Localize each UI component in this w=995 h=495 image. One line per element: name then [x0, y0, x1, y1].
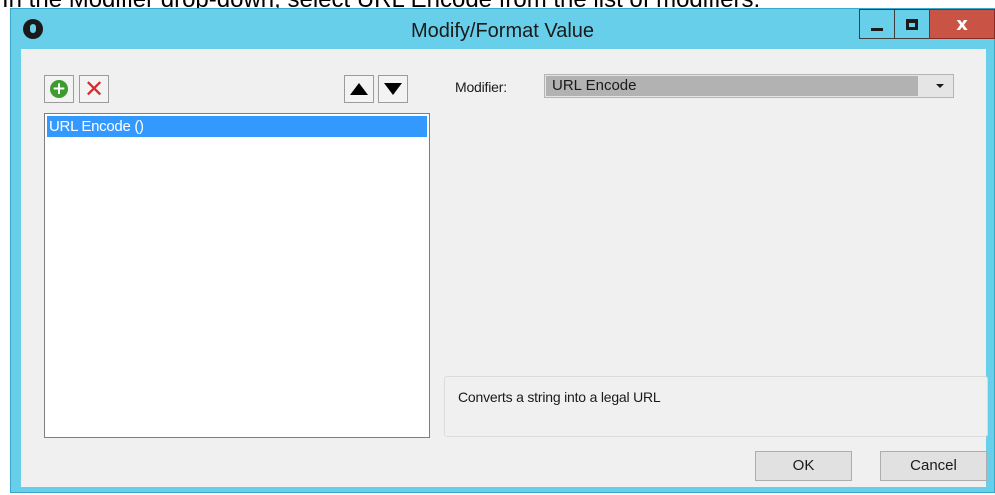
list-item[interactable]: URL Encode () [47, 116, 427, 137]
modifier-dropdown-value: URL Encode [546, 76, 918, 96]
cancel-button[interactable]: Cancel [880, 451, 987, 481]
minimize-icon [871, 27, 883, 31]
window-title: Modify/Format Value [410, 20, 595, 42]
description-panel: Converts a string into a legal URL [444, 376, 988, 437]
description-text: Converts a string into a legal URL [458, 389, 661, 405]
dialog-client-area: + ✕ URL Encode () Modifier: URL Encode C… [21, 49, 988, 487]
modify-format-value-dialog: Modify/Format Value x + ✕ URL Encode () … [10, 8, 995, 493]
add-icon: + [50, 79, 68, 99]
remove-icon: ✕ [83, 75, 105, 103]
modifier-dropdown[interactable]: URL Encode [544, 74, 954, 98]
maximize-icon [906, 18, 918, 30]
move-up-button[interactable] [344, 75, 374, 103]
modifier-list[interactable]: URL Encode () [44, 113, 430, 438]
close-icon: x [956, 13, 968, 35]
chevron-down-icon[interactable] [936, 84, 944, 88]
close-button[interactable]: x [929, 9, 995, 39]
arrow-down-icon [384, 83, 402, 95]
remove-modifier-button[interactable]: ✕ [79, 75, 109, 103]
maximize-button[interactable] [894, 9, 930, 39]
add-modifier-button[interactable]: + [44, 75, 74, 103]
modifier-label: Modifier: [455, 79, 507, 95]
move-down-button[interactable] [378, 75, 408, 103]
ok-button[interactable]: OK [755, 451, 852, 481]
minimize-button[interactable] [859, 9, 895, 39]
title-bar[interactable]: Modify/Format Value x [11, 9, 995, 49]
arrow-up-icon [350, 83, 368, 95]
